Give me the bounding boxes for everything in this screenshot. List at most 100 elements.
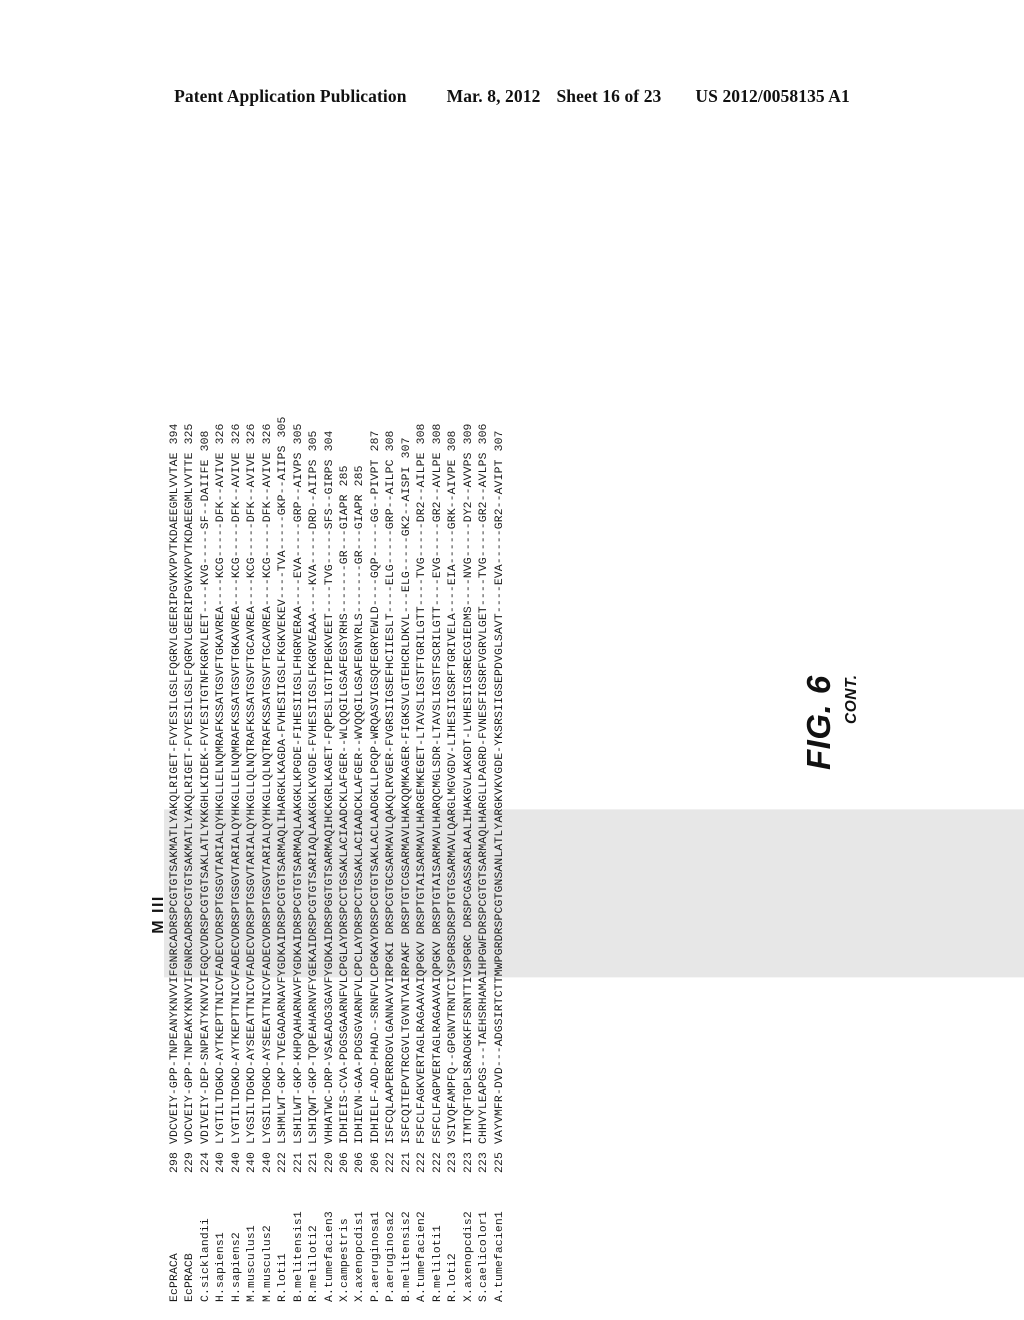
residue-end-number: 305	[277, 416, 290, 438]
residue-end-number: 305	[292, 423, 305, 445]
residue-sequence: CHHVYLEAPGS---TAEHSRHAMAIHPGWFDRSPCGTGTS…	[478, 452, 491, 1144]
residue-start-number: 223	[447, 1152, 460, 1173]
residue-end-number: 307	[493, 430, 506, 452]
residue-end-number: 307	[400, 437, 413, 459]
alignment-row: EcPRACB 229 VDCVEIY-GPP-TNPEAKYKNVVIFGNRCA…	[183, 152, 198, 1302]
sequence-name: X.axenopcdis1	[354, 1211, 367, 1302]
alignment-row: R.loti1 222 LSHMLWT-GKP-TVEGADARNAVFYGDKAI…	[276, 152, 291, 1302]
sequence-name: B.melitensis1	[292, 1211, 305, 1302]
alignment-row: S.caelicolor1 223 CHHVYLEAPGS---TAEHSRHAMA…	[477, 152, 492, 1302]
alignment-row: M.musculus1 240 LYGSILTDGKD-AYSEEATTNICVFA…	[245, 152, 260, 1302]
sequence-name: R.meliloti1	[431, 1225, 444, 1302]
sequence-name: M.musculus1	[246, 1225, 259, 1302]
residue-sequence: VDCVEIY-GPP-TNPEAKYKNVVIFGNRCADRSPCGTGTS…	[184, 452, 197, 1144]
residue-sequence: LSHIQWT-GKP-TQPEAHARNVFYGEKAIDRSPCGTGTSA…	[308, 459, 321, 1144]
sequence-name: S.caelicolor1	[478, 1211, 491, 1302]
residue-sequence: IDHIEVN-GAA-PDGSGVARNFVLCPCLAYDRSPCCTGSA…	[354, 494, 367, 1144]
residue-sequence: IDHIEIS-CVA-PDGSGAARNFVLCPGLAYDRSPCCTGSA…	[338, 494, 351, 1144]
sequence-name: EcPRACA	[169, 1253, 181, 1302]
residue-end-number: 285	[354, 465, 367, 487]
residue-start-number: 206	[338, 1152, 351, 1173]
alignment-row: X.axenopcdis2 223 ITMTQFTGPLSRADGKFFSRNTTI…	[462, 152, 477, 1302]
residue-end-number: 308	[416, 423, 429, 445]
sequence-name: P.aeruginosa1	[369, 1211, 382, 1302]
alignment-row: C.sicklandii 224 VDIVEIY-DEP-SNPEATYKNVVIF…	[199, 152, 214, 1302]
residue-start-number: 298	[169, 1152, 181, 1173]
sequence-name: M.musculus2	[261, 1225, 274, 1302]
alignment-row: B.melitensis1 221 LSHILWT-GKP-KHPQAHARNAVF…	[292, 152, 307, 1302]
residue-sequence: LYGTILTDGKD-AYTKEPTTNICVFADECVDRSPTGSGVT…	[230, 452, 243, 1144]
residue-start-number: 221	[308, 1152, 321, 1173]
residue-start-number: 222	[277, 1152, 290, 1173]
residue-end-number: 308	[431, 423, 444, 445]
residue-start-number: 224	[199, 1152, 212, 1173]
residue-sequence: VDIVEIY-DEP-SNPEATYKNVVIFGQCVDRSPCGTGTSA…	[199, 459, 212, 1144]
sequence-name: A.tumefacien3	[323, 1211, 336, 1302]
residue-start-number: 225	[493, 1152, 506, 1173]
alignment-row: B.melitensis2 221 ISFCQITEPVTRCGVLTGVNTVAI…	[400, 152, 415, 1302]
figure-caption: FIG. 6 CONT.	[800, 674, 861, 770]
residue-start-number: 240	[230, 1152, 243, 1173]
residue-sequence: LYGSILTDGKD-AYSEEATTNICVFADECVDRSPTGSGVT…	[246, 452, 259, 1144]
residue-end-number: 306	[478, 423, 491, 445]
alignment-row: P.aeruginosa2 222 ISFCQLAAPERRDGVLGANNAVVI…	[384, 152, 399, 1302]
residue-end-number: 394	[169, 423, 181, 445]
alignment-row: P.aeruginosa1 206 IDHIELF-ADD-PHAD--SRNFVL…	[369, 152, 384, 1302]
residue-sequence: VDCVEIY-GPP-TNPEANYKNVVIFGNRCADRSPCGTGTS…	[169, 452, 181, 1144]
residue-end-number: 326	[261, 423, 274, 445]
residue-sequence: LYGSILTDGKD-AYSEEATTNICVFADECVDRSPTGSGVT…	[261, 452, 274, 1144]
residue-sequence: VSIVQFAMPFQ--GPGNVTRNTCIVSPGRSDRSPTGTGSA…	[447, 459, 460, 1144]
residue-start-number: 222	[416, 1152, 429, 1173]
alignment-row: X.axenopcdis1 206 IDHIEVN-GAA-PDGSGVARNFVL…	[353, 152, 368, 1302]
sequence-name: B.melitensis2	[400, 1211, 413, 1302]
alignment-row: A.tumefacien2 222 FSFCLFAGKVERTAGLRAGAAVAI…	[415, 152, 430, 1302]
residue-start-number: 222	[385, 1152, 398, 1173]
residue-end-number: 308	[199, 430, 212, 452]
residue-end-number: 308	[447, 430, 460, 452]
residue-sequence: LSHILWT-GKP-KHPQAHARNAVFYGDKAIDRSPCGTGTS…	[292, 452, 305, 1144]
sequence-name: EcPRACB	[184, 1253, 197, 1302]
residue-end-number: 287	[369, 430, 382, 452]
motif-label: M III	[150, 895, 167, 934]
residue-start-number: 206	[354, 1152, 367, 1173]
figure-body: M III EcPRACA 298 VDCVEIY-GPP-TNPEANYKNVVI…	[0, 0, 1024, 1320]
residue-end-number: 325	[184, 423, 197, 445]
residue-sequence: ITMTQFTGPLSRADGKFFSRNTTIVSPGRC DRSPCGASS…	[462, 452, 475, 1144]
residue-sequence: LYGTILTDGKD-AYTKEPTTNICVFADECVDRSPTGSGVT…	[215, 452, 228, 1144]
residue-start-number: 240	[215, 1152, 228, 1173]
patent-page: Patent Application Publication Mar. 8, 2…	[0, 0, 1024, 1320]
figure-number: FIG. 6	[800, 675, 837, 770]
residue-end-number: 308	[385, 430, 398, 452]
alignment-row: R.loti2 223 VSIVQFAMPFQ--GPGNVTRNTCIVSPGRS…	[446, 152, 461, 1302]
residue-sequence: FSFCLFAGPVERTAGLRAGAAVAIQPGKV DRSPTGTAIS…	[431, 452, 444, 1144]
residue-start-number: 223	[462, 1152, 475, 1173]
residue-end-number: 326	[215, 423, 228, 445]
sequence-name: A.tumefacien1	[493, 1211, 506, 1302]
figure-continuation: CONT.	[843, 674, 860, 724]
alignment-row: M.musculus2 240 LYGSILTDGKD-AYSEEATTNICVFA…	[261, 152, 276, 1302]
alignment-row: H.sapiens1 240 LYGTILTDGKD-AYTKEPTTNICVFAD…	[214, 152, 229, 1302]
residue-end-number: 326	[246, 423, 259, 445]
sequence-name: A.tumefacien2	[416, 1211, 429, 1302]
residue-start-number: 222	[431, 1152, 444, 1173]
alignment-row: A.tumefacien3 220 VHHATWC-DRP-VSAEADG3GAVF…	[323, 152, 338, 1302]
residue-start-number: 220	[323, 1152, 336, 1173]
sequence-name: X.campestris	[338, 1218, 351, 1302]
residue-start-number: 223	[478, 1152, 491, 1173]
sequence-name: H.sapiens2	[230, 1232, 243, 1302]
alignment-row: X.campestris 206 IDHIEIS-CVA-PDGSGAARNFVLC…	[338, 152, 353, 1302]
residue-sequence: VHHATWC-DRP-VSAEADG3GAVFYGDKAIDRSPGGTGTS…	[323, 459, 336, 1144]
residue-sequence: FSFCLFAGKVERTAGLRAGAAVAIQPGKV DRSPTGTAIS…	[416, 452, 429, 1144]
residue-end-number: 326	[230, 423, 243, 445]
residue-end-number: 304	[323, 430, 336, 452]
sequence-name: R.loti1	[277, 1253, 290, 1302]
residue-sequence: ISFCQITEPVTRCGVLTGVNTVAIRPAKF DRSPTGTCGS…	[400, 466, 413, 1144]
alignment-row: A.tumefacien1 225 VAYVMFR-DVD---ADGSIRTCTT…	[493, 152, 508, 1302]
sequence-name: C.sicklandii	[199, 1218, 212, 1302]
residue-start-number: 221	[292, 1152, 305, 1173]
residue-start-number: 206	[369, 1152, 382, 1173]
residue-sequence: ISFCQLAAPERRDGVLGANNAVVIRPGKI DRSPCGTGCS…	[385, 459, 398, 1144]
alignment-row: H.sapiens2 240 LYGTILTDGKD-AYTKEPTTNICVFAD…	[230, 152, 245, 1302]
residue-end-number: 309	[462, 423, 475, 445]
residue-start-number: 221	[400, 1152, 413, 1173]
